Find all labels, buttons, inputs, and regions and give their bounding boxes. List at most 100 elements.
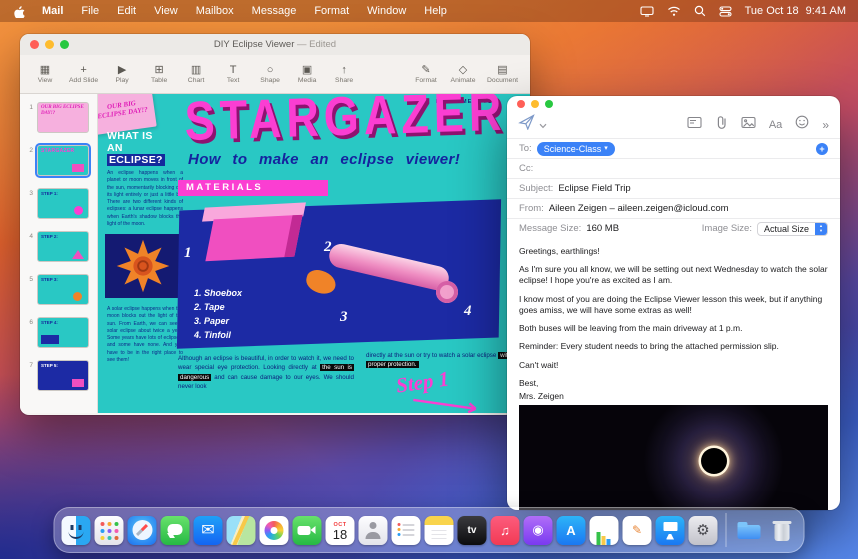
attach-icon[interactable] [715,115,728,135]
dock-facetime-icon[interactable] [292,515,322,545]
slide-thumbnail-5[interactable]: STEP 3: [37,274,89,305]
menu-item-format[interactable]: Format [305,0,358,22]
dock-numbers-icon[interactable] [589,515,619,545]
subject-field-row[interactable]: Subject: Eclipse Field Trip [507,178,840,198]
menu-item-window[interactable]: Window [358,0,415,22]
body-signoff: Best, [519,377,539,388]
media-button[interactable]: ▣ Media [294,64,320,84]
dock-notes-icon[interactable] [424,515,454,545]
dock-launchpad-icon[interactable] [94,515,124,545]
materials-illustration[interactable]: 1 2 3 4 1. Shoebox 2. Tape 3. Paper 4. T… [176,197,524,357]
recipient-token[interactable]: Science-Class ▾ [536,141,615,156]
dock-maps-icon[interactable] [226,515,256,545]
menu-item-view[interactable]: View [145,0,187,22]
search-icon[interactable] [694,5,706,17]
menu-item-message[interactable]: Message [243,0,306,22]
body-paragraph: I know most of you are doing the Eclipse… [519,293,823,315]
materials-heading[interactable]: MATERIALS [178,180,328,196]
dock-app-store-icon[interactable]: A [556,515,586,545]
zoom-button[interactable] [545,99,553,108]
control-center-icon[interactable] [719,5,732,17]
view-button[interactable]: ▦ View [32,64,58,84]
keynote-titlebar[interactable]: DIY Eclipse Viewer — Edited [20,34,530,55]
animate-button[interactable]: ◇ Animate [450,64,476,84]
image-size-group: Image Size: Actual Size ▴ ▾ [702,221,828,236]
add-slide-button[interactable]: + Add Slide [69,64,98,84]
text-button[interactable]: T Text [220,64,246,84]
what-is-eclipse-textbox[interactable]: WHAT IS AN ECLIPSE? An eclipse happens w… [107,130,183,228]
menu-item-edit[interactable]: Edit [108,0,145,22]
dock-safari-icon[interactable] [127,515,157,545]
caption-left-textbox[interactable]: Although an eclipse is beautiful, in ord… [178,354,354,391]
sun-graphic-object[interactable] [105,234,181,298]
shape-icon: ○ [266,64,274,76]
menu-item-mail[interactable]: Mail [33,0,72,22]
share-button[interactable]: ↑ Share [331,64,357,84]
dock-music-icon[interactable]: ♫ [490,515,520,545]
wifi-icon[interactable] [667,6,681,17]
minimize-button[interactable] [531,99,539,108]
header-fields-icon[interactable] [687,116,702,134]
music-note-icon: ♫ [500,522,510,538]
dock-keynote-icon[interactable] [655,515,685,545]
mail-titlebar[interactable] [507,96,840,111]
slide-thumbnail-6[interactable]: STEP 4: [37,317,89,348]
dock-tv-icon[interactable]: tv [457,515,487,545]
play-button[interactable]: ▶ Play [109,64,135,84]
popup-arrows-icon: ▴ ▾ [815,222,827,235]
dock-photos-icon[interactable] [259,515,289,545]
dock-trash-icon[interactable] [768,516,797,545]
add-recipient-button[interactable]: + [816,142,828,155]
format-text-button[interactable]: Aa [769,119,782,131]
image-size-popup[interactable]: Actual Size ▴ ▾ [756,221,828,236]
eclipse-photo-attachment[interactable] [519,405,828,510]
menu-bar-clock[interactable]: Tue Oct 18 9:41 AM [745,5,846,17]
dock-downloads-icon[interactable] [735,516,764,545]
dock-messages-icon[interactable] [160,515,190,545]
toolbar-overflow-button[interactable]: » [822,118,829,132]
sun-icon [116,239,170,293]
slide-thumbnail-2-selected[interactable]: STARGAZER [35,143,91,178]
mail-toolbar: Aa » [507,111,840,138]
close-button[interactable] [517,99,525,108]
dock-podcasts-icon[interactable]: ◉ [523,515,553,545]
slide-thumbnail-label: STEP 3: [41,277,58,282]
slide-thumbnail-4[interactable]: STEP 2: [37,231,89,262]
send-options-chevron-icon[interactable] [539,116,547,134]
slide-canvas[interactable]: EXPERIMENT #11 OUR BIG ECLIPSE DAY!? WHA… [98,94,530,413]
slide-subtitle[interactable]: How to make an eclipse viewer! [188,151,460,168]
photo-browser-icon[interactable] [741,116,756,134]
slide-thumbnail-1[interactable]: OUR BIG ECLIPSE DAY!? [37,102,89,133]
solar-eclipse-textbox[interactable]: A solar eclipse happens when the moon bl… [107,306,183,364]
chart-button[interactable]: ▥ Chart [183,64,209,84]
dock-calendar-icon[interactable]: OCT 18 [325,515,355,545]
dock-finder-icon[interactable] [61,515,91,545]
to-field-row[interactable]: To: Science-Class ▾ + [507,138,840,158]
document-button[interactable]: ▤ Document [487,64,518,84]
emoji-icon[interactable] [795,115,809,134]
send-button[interactable] [518,114,535,135]
slide-title-stargazer[interactable]: STARGAZER [184,94,507,153]
dock-system-settings-icon[interactable]: ⚙ [688,515,718,545]
slide-thumbnail-label: OUR BIG ECLIPSE DAY!? [41,105,84,116]
menu-item-help[interactable]: Help [415,0,456,22]
cc-field-row[interactable]: Cc: [507,158,840,178]
message-body-editor[interactable]: Greetings, earthlings! As I'm sure you a… [507,238,840,510]
slide-thumbnail-7[interactable]: STEP 5: [37,360,89,391]
slide-thumbnail-3[interactable]: STEP 1: [37,188,89,219]
materials-list-item: 4. Tinfoil [194,329,231,340]
dock-reminders-icon[interactable] [391,515,421,545]
mail-toolbar-right: Aa » [687,115,829,135]
dock-contacts-icon[interactable] [358,515,388,545]
dock-pages-icon[interactable]: ✎ [622,515,652,545]
menu-item-file[interactable]: File [72,0,108,22]
shape-button[interactable]: ○ Shape [257,64,283,84]
apple-menu-icon[interactable] [14,5,25,18]
menu-item-mailbox[interactable]: Mailbox [187,0,243,22]
display-icon[interactable] [640,5,654,17]
format-button[interactable]: ✎ Format [413,64,439,84]
dock-mail-icon[interactable]: ✉ [193,515,223,545]
from-field-row[interactable]: From: Aileen Zeigen – aileen.zeigen@iclo… [507,198,840,218]
slide-thumbnail-label: STEP 4: [41,320,58,325]
table-button[interactable]: ⊞ Table [146,64,172,84]
